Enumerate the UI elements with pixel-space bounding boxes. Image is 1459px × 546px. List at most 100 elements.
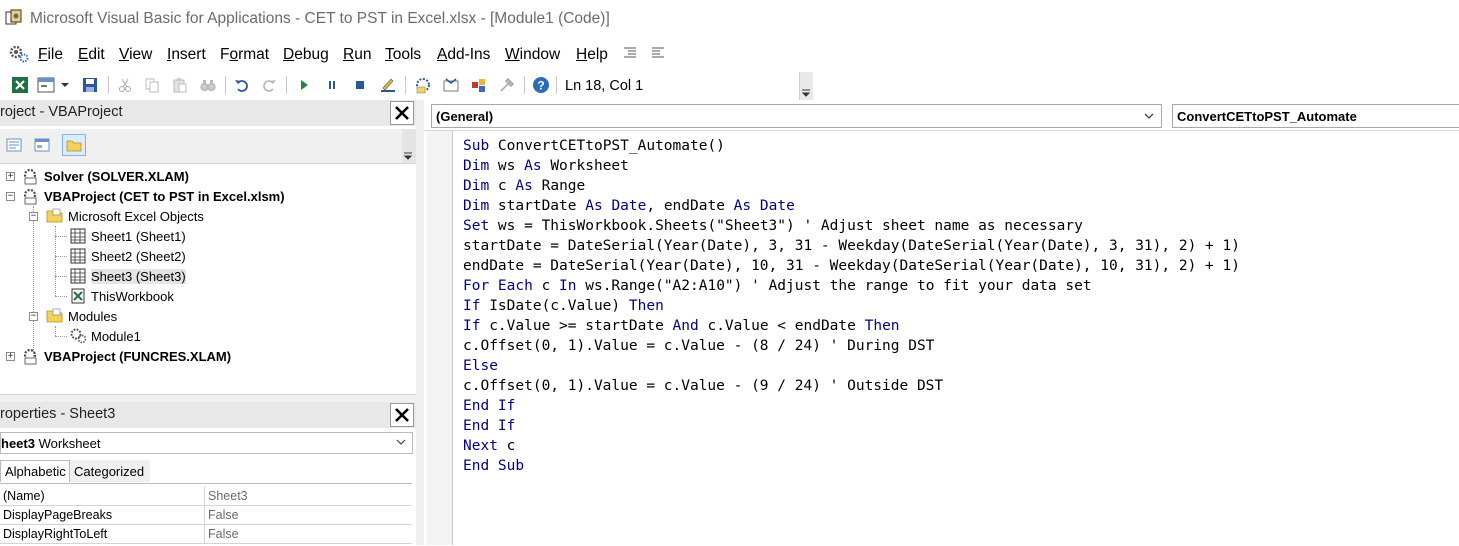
toolbox-button[interactable] — [497, 75, 517, 95]
code-margin-indicator-bar[interactable] — [427, 131, 453, 545]
standard-toolbar: ? Ln 18, Col 1 — [0, 70, 813, 100]
tree-item-vbaproject[interactable]: VBAProject (CET to PST in Excel.xlsm) — [22, 186, 285, 206]
tree-item-excel-objects[interactable]: Microsoft Excel Objects — [46, 206, 204, 226]
code-line[interactable]: End If — [463, 416, 1240, 436]
outdent-icon[interactable] — [651, 46, 665, 60]
excel-icon — [12, 77, 28, 93]
tree-expander-modules[interactable]: − — [29, 312, 38, 321]
insert-dropdown-button[interactable] — [59, 75, 71, 95]
code-text: ws.Range("A2:A10") ' Adjust the range to… — [576, 278, 1092, 294]
code-line[interactable]: End Sub — [463, 456, 1240, 476]
break-button[interactable] — [322, 75, 342, 95]
code-keyword: If — [463, 318, 481, 334]
menu-window[interactable]: Window — [505, 46, 560, 64]
tree-item-sheet2[interactable]: Sheet2 (Sheet2) — [69, 246, 186, 266]
code-text: c — [489, 178, 516, 194]
tree-expander-solver[interactable]: + — [6, 172, 15, 181]
property-row[interactable]: DisplayPageBreaks False — [0, 505, 412, 525]
tree-item-solver[interactable]: Solver (SOLVER.XLAM) — [22, 166, 189, 186]
code-line[interactable]: c.Offset(0, 1).Value = c.Value - (9 / 24… — [463, 376, 1240, 396]
view-object-button[interactable] — [30, 134, 54, 156]
tree-item-sheet1[interactable]: Sheet1 (Sheet1) — [69, 226, 186, 246]
menu-view[interactable]: View — [119, 46, 152, 64]
menu-run[interactable]: Run — [343, 46, 371, 64]
procedure-combo[interactable]: ConvertCETtoPST_Automate — [1172, 104, 1459, 128]
window-splitter[interactable] — [416, 100, 424, 545]
menu-debug[interactable]: Debug — [283, 46, 329, 64]
menu-insert[interactable]: Insert — [167, 46, 206, 64]
menu-edit[interactable]: Edit — [78, 46, 105, 64]
redo-button[interactable] — [259, 75, 279, 95]
tree-item-sheet3[interactable]: Sheet3 (Sheet3) — [69, 266, 186, 286]
menu-file[interactable]: File — [38, 46, 63, 64]
undo-button[interactable] — [232, 75, 252, 95]
menu-help[interactable]: Help — [576, 46, 608, 64]
cut-button[interactable] — [115, 75, 135, 95]
code-line[interactable]: startDate = DateSerial(Year(Date), 3, 31… — [463, 236, 1240, 256]
save-button[interactable] — [80, 75, 100, 95]
code-line[interactable]: Dim c As Range — [463, 176, 1240, 196]
code-line[interactable]: Next c — [463, 436, 1240, 456]
view-code-button[interactable] — [2, 134, 26, 156]
project-toolbar-overflow[interactable] — [402, 129, 416, 163]
menu-format[interactable]: Format — [220, 46, 269, 64]
find-button[interactable] — [198, 75, 218, 95]
code-keyword: As — [585, 198, 603, 214]
view-excel-button[interactable] — [10, 75, 30, 95]
code-line[interactable]: Else — [463, 356, 1240, 376]
tree-item-thisworkbook[interactable]: ThisWorkbook — [69, 286, 174, 306]
tree-expander-funcres[interactable]: + — [6, 352, 15, 361]
stop-icon — [356, 81, 364, 89]
copy-button[interactable] — [142, 75, 162, 95]
tree-expander-excel-objects[interactable]: − — [29, 212, 38, 221]
project-explorer-button[interactable] — [413, 75, 433, 95]
property-row[interactable]: (Name) Sheet3 — [0, 486, 412, 506]
code-keyword: Then — [864, 318, 900, 334]
code-line[interactable]: endDate = DateSerial(Year(Date), 10, 31 … — [463, 256, 1240, 276]
reset-button[interactable] — [350, 75, 370, 95]
code-line[interactable]: Dim ws As Worksheet — [463, 156, 1240, 176]
toggle-folders-button[interactable] — [62, 134, 86, 156]
tab-categorized[interactable]: Categorized — [70, 460, 150, 482]
code-line[interactable]: For Each c In ws.Range("A2:A10") ' Adjus… — [463, 276, 1240, 296]
properties-window-button[interactable] — [441, 75, 461, 95]
folder-icon — [66, 140, 82, 152]
code-line[interactable]: c.Offset(0, 1).Value = c.Value - (8 / 24… — [463, 336, 1240, 356]
code-text: , endDate — [646, 198, 734, 214]
design-mode-button[interactable] — [378, 75, 398, 95]
tab-alphabetic[interactable]: Alphabetic — [0, 460, 70, 482]
tree-expander-vbaproject[interactable]: − — [6, 192, 15, 201]
properties-object-select[interactable]: heet3 Worksheet — [0, 432, 413, 454]
toolbar-options-button[interactable] — [799, 72, 813, 100]
indent-icon[interactable] — [623, 46, 637, 60]
menu-tools[interactable]: Tools — [385, 46, 421, 64]
code-keyword: Set — [463, 218, 490, 234]
help-button[interactable]: ? — [531, 75, 551, 95]
code-line[interactable]: If c.Value >= startDate And c.Value < en… — [463, 316, 1240, 336]
menu-add-ins[interactable]: Add-Ins — [437, 46, 490, 64]
paste-button[interactable] — [170, 75, 190, 95]
project-tree: + Solver (SOLVER.XLAM) − VBAProject (CET… — [0, 164, 414, 394]
run-button[interactable] — [294, 75, 314, 95]
code-editor[interactable]: Sub ConvertCETtoPST_Automate() Dim ws As … — [463, 136, 1240, 476]
tree-item-module1[interactable]: Module1 — [69, 326, 141, 346]
insert-userform-button[interactable] — [36, 75, 56, 95]
selected-object-name: heet3 — [1, 436, 35, 451]
tree-item-modules[interactable]: Modules — [46, 306, 117, 326]
object-browser-button[interactable] — [469, 75, 489, 95]
properties-grid: (Name) Sheet3 DisplayPageBreaks False Di… — [0, 483, 412, 546]
vba-app-icon — [5, 9, 22, 25]
property-row[interactable]: DisplayRightToLeft False — [0, 524, 412, 544]
project-pane-close-button[interactable] — [390, 101, 414, 125]
code-line[interactable]: Set ws = ThisWorkbook.Sheets("Sheet3") '… — [463, 216, 1240, 236]
code-line[interactable]: Sub ConvertCETtoPST_Automate() — [463, 136, 1240, 156]
code-line[interactable]: If IsDate(c.Value) Then — [463, 296, 1240, 316]
code-line[interactable]: End If — [463, 396, 1240, 416]
properties-pane-close-button[interactable] — [390, 403, 414, 427]
tree-item-funcres[interactable]: VBAProject (FUNCRES.XLAM) — [22, 346, 231, 366]
code-line[interactable]: Dim startDate As Date, endDate As Date — [463, 196, 1240, 216]
binoculars-icon — [200, 80, 216, 91]
code-text: ws = ThisWorkbook.Sheets("Sheet3") ' Adj… — [489, 218, 1083, 234]
object-combo[interactable]: (General) — [431, 104, 1162, 128]
